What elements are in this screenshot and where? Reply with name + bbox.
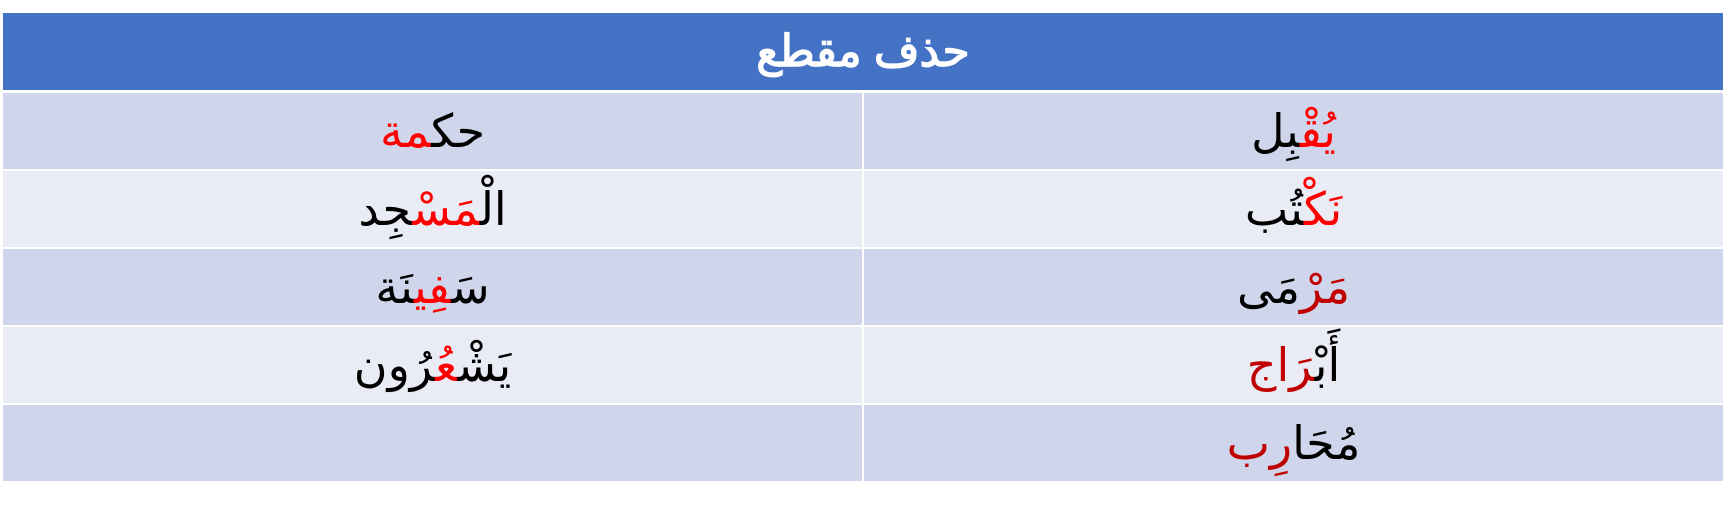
word: أَبْرَاج [1247, 338, 1340, 392]
word: مُحَارِب [1227, 416, 1361, 470]
kept-syllable: يَشْ [457, 338, 512, 392]
deleted-syllable: رِب [1226, 416, 1293, 470]
table-title: حذف مقطع [756, 27, 970, 76]
deleted-syllable: رَاج [1246, 338, 1315, 392]
kept-syllable: سَ [451, 260, 490, 314]
deleted-syllable: مَسْ [412, 182, 480, 236]
table-row: يُقْبِل حكمة [3, 93, 1723, 169]
deleted-syllable: يُ [1323, 104, 1336, 158]
word-cell: الْمَسْجِد [3, 171, 862, 247]
kept-syllable: مُحَا [1292, 416, 1361, 470]
syllable-table: حذف مقطع يُقْبِل حكمة نَكْتُب الْمَسْجِد… [3, 13, 1723, 481]
word-cell: سَفِينَة [3, 249, 862, 325]
kept-syllable: الْ [479, 182, 507, 236]
word-cell: مُحَارِب [862, 405, 1723, 481]
word-cell: أَبْرَاج [862, 327, 1723, 403]
kept-syllable: حك [431, 104, 486, 158]
word-cell: حكمة [3, 93, 862, 169]
table-row: مُحَارِب [3, 403, 1723, 481]
deleted-syllable: نَ [1329, 182, 1343, 236]
word-cell: نَكْتُب [862, 171, 1723, 247]
word: يُقْبِل [1251, 104, 1336, 158]
table-row: نَكْتُب الْمَسْجِد [3, 169, 1723, 247]
word: سَفِينَة [375, 260, 489, 314]
deleted-syllable: فِي [413, 260, 452, 314]
kept-syllable: نَة [375, 260, 414, 314]
deleted-syllable: كْ [1303, 182, 1330, 236]
deleted-syllable: عُ [435, 338, 458, 392]
word: حكمة [380, 104, 485, 158]
kept-syllable: بِل [1251, 104, 1300, 158]
word-cell: يُقْبِل [862, 93, 1723, 169]
empty-cell [3, 405, 862, 481]
table-row: أَبْرَاج يَشْعُرُون [3, 325, 1723, 403]
kept-syllable: جِد [358, 182, 413, 236]
kept-syllable: أَبْ [1314, 338, 1341, 392]
word: نَكْتُب [1245, 182, 1342, 236]
word-cell: يَشْعُرُون [3, 327, 862, 403]
word: مَرْمَى [1237, 260, 1350, 314]
kept-syllable: مَى [1237, 260, 1300, 314]
deleted-syllable: مة [379, 104, 432, 158]
table-row: مَرْمَى سَفِينَة [3, 247, 1723, 325]
word-cell: مَرْمَى [862, 249, 1723, 325]
kept-syllable: رُون [353, 338, 436, 392]
deleted-syllable: مَرْ [1299, 260, 1351, 314]
word: الْمَسْجِد [358, 182, 506, 236]
kept-syllable: تُب [1244, 182, 1304, 236]
word: يَشْعُرُون [354, 338, 511, 392]
table-header: حذف مقطع [3, 13, 1723, 93]
deleted-syllable: قْ [1299, 104, 1324, 158]
